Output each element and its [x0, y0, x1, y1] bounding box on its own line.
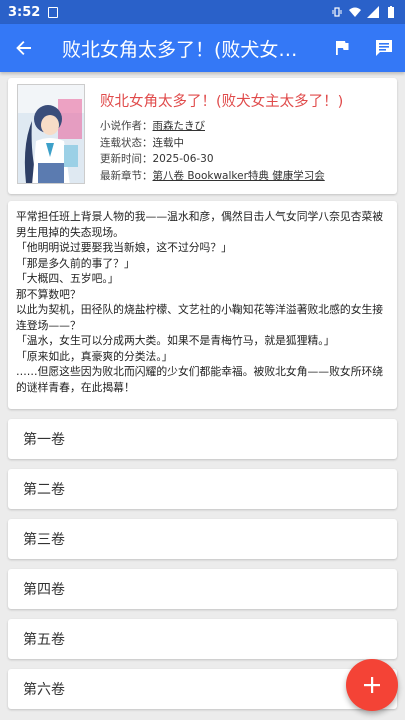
updated-label: 更新时间：	[100, 153, 153, 165]
app-bar: 败北女角太多了！(败犬女主太多了！)	[0, 24, 405, 72]
volume-item-4[interactable]: 第四卷	[8, 569, 397, 609]
comment-button[interactable]	[363, 24, 405, 72]
volume-item-3[interactable]: 第三卷	[8, 519, 397, 559]
intro-line: 平常担任班上背景人物的我——温水和彦，偶然目击人气女同学八奈见杏菜被男生甩掉的失…	[16, 210, 384, 239]
volume-item-2[interactable]: 第二卷	[8, 469, 397, 509]
arrow-left-icon	[16, 41, 31, 55]
add-fab-button[interactable]	[346, 659, 398, 711]
intro-line: 「大概四、五岁吧。」	[16, 272, 119, 285]
sim-card-icon	[48, 6, 59, 18]
comment-icon	[376, 40, 392, 56]
signal-icon	[367, 6, 379, 18]
book-cover-image[interactable]	[17, 84, 85, 184]
status-row: 连载状态：连载中	[100, 135, 391, 152]
intro-line: 以此为契机，田径队的烧盐柠檬、文艺社的小鞠知花等洋溢著败北感的女生接连登场——？	[16, 303, 384, 332]
back-button[interactable]	[0, 24, 48, 72]
volume-label: 第五卷	[23, 632, 65, 648]
status-time: 3:52	[8, 4, 41, 20]
status-bar: 3:52	[0, 0, 405, 24]
intro-line: 「那是多久前的事了？」	[16, 256, 135, 270]
book-intro-card: 平常担任班上背景人物的我——温水和彦，偶然目击人气女同学八奈见杏菜被男生甩掉的失…	[8, 201, 397, 409]
author-label: 小说作者：	[100, 120, 153, 132]
status-label: 连载状态：	[100, 136, 153, 149]
status-value: 连载中	[152, 136, 185, 149]
intro-line: 那不算数吧？	[16, 287, 81, 301]
intro-line: 「原来如此，真豪爽的分类法。」	[16, 349, 173, 363]
intro-line: ……但愿这些因为败北而闪耀的少女们都能幸福。被败北女角——败女所环绕的谜样青春，…	[16, 365, 384, 394]
intro-line: 「他明明说过要娶我当新娘，这不过分吗？」	[16, 241, 232, 254]
volume-label: 第三卷	[23, 532, 65, 548]
wifi-icon	[349, 7, 361, 17]
author-row: 小说作者：雨森たきび	[100, 118, 391, 135]
volume-label: 第一卷	[23, 432, 65, 448]
plus-icon	[364, 677, 380, 693]
volume-item-6[interactable]: 第六卷	[8, 669, 397, 709]
updated-value: 2025-06-30	[152, 153, 214, 165]
updated-row: 更新时间：2025-06-30	[100, 151, 391, 168]
author-link[interactable]: 雨森たきび	[153, 120, 206, 132]
vibrate-icon	[332, 7, 342, 17]
intro-line: 「温水，女生可以分成两大类。如果不是青梅竹马，就是狐狸精。」	[16, 334, 335, 347]
battery-icon	[388, 6, 394, 18]
volume-label: 第四卷	[23, 582, 65, 598]
latest-label: 最新章节：	[100, 169, 153, 182]
report-button[interactable]	[321, 24, 363, 72]
volume-label: 第六卷	[23, 682, 65, 698]
volume-label: 第二卷	[23, 482, 65, 498]
volume-item-1[interactable]: 第一卷	[8, 419, 397, 459]
latest-chapter-link[interactable]: 第八卷 Bookwalker特典 健康学习会	[153, 170, 325, 182]
flag-icon	[336, 41, 349, 55]
book-title: 败北女角太多了！(败犬女主太多了！)	[100, 94, 344, 110]
latest-row: 最新章节：第八卷 Bookwalker特典 健康学习会	[100, 168, 391, 185]
volume-item-5[interactable]: 第五卷	[8, 619, 397, 659]
book-info-card: 败北女角太多了！(败犬女主太多了！) 小说作者：雨森たきび 连载状态：连载中 更…	[8, 78, 397, 194]
page-title: 败北女角太多了！(败犬女主太多了！)	[62, 38, 321, 61]
